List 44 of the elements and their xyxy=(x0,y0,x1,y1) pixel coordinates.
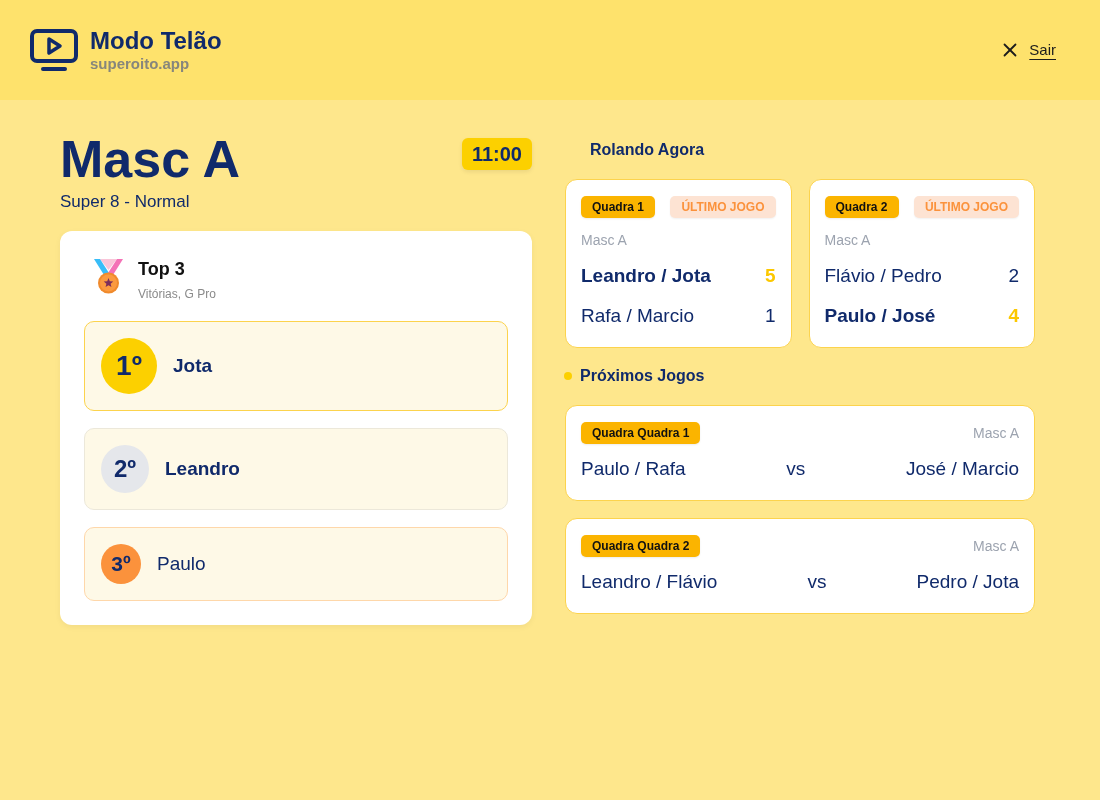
team-name: Pedro / Jota xyxy=(916,569,1019,594)
court-badge: Quadra 1 xyxy=(581,196,656,218)
match-category: Masc A xyxy=(973,537,1019,556)
section-title: Próximos Jogos xyxy=(580,366,705,386)
team-score: 5 xyxy=(764,263,776,288)
versus-label: vs xyxy=(807,569,827,594)
team-name: Paulo / Rafa xyxy=(581,456,686,481)
category-subtitle: Super 8 - Normal xyxy=(60,191,191,213)
rank-name: Leandro xyxy=(165,456,240,481)
app-title: Modo Telão xyxy=(90,27,222,55)
ranking-title: Top 3 xyxy=(138,258,186,280)
close-icon xyxy=(1003,43,1018,57)
rank-name: Paulo xyxy=(157,551,206,576)
section-title: Rolando Agora xyxy=(589,140,706,160)
team-score: 4 xyxy=(1008,303,1019,328)
court-badge: Quadra 2 xyxy=(824,196,899,218)
court-badge: Quadra Quadra 1 xyxy=(581,422,701,444)
app-subtitle: superoito.app xyxy=(90,55,191,73)
team-name: Leandro / Jota xyxy=(581,263,711,288)
team-name: Flávio / Pedro xyxy=(824,263,942,288)
rank-badge: 3º xyxy=(101,544,141,584)
ranking-subtitle: Vitórias, G Pro xyxy=(138,286,216,302)
time-badge: 11:00 xyxy=(461,138,532,170)
exit-link[interactable]: Sair xyxy=(1003,38,1056,62)
rank-badge: 1º xyxy=(101,338,157,394)
rank-badge: 2º xyxy=(101,445,149,493)
team-score: 2 xyxy=(1008,263,1019,288)
team-name: Paulo / José xyxy=(824,303,936,328)
team-score: 1 xyxy=(764,303,776,328)
last-game-badge: ÚLTIMO JOGO xyxy=(670,196,776,218)
team-name: Rafa / Marcio xyxy=(581,303,694,328)
rank-name: Jota xyxy=(173,353,213,378)
team-name: Leandro / Flávio xyxy=(581,569,718,594)
match-category: Masc A xyxy=(824,231,872,250)
bullet-dot-icon xyxy=(564,372,572,380)
match-category: Masc A xyxy=(581,231,628,250)
last-game-badge: ÚLTIMO JOGO xyxy=(913,196,1019,218)
versus-label: vs xyxy=(786,456,806,481)
court-badge: Quadra Quadra 2 xyxy=(581,535,701,557)
tv-play-icon xyxy=(30,28,78,72)
team-name: José / Marcio xyxy=(906,456,1019,481)
match-category: Masc A xyxy=(973,424,1019,443)
category-title: Masc A xyxy=(60,133,241,185)
medal-icon xyxy=(92,258,125,294)
